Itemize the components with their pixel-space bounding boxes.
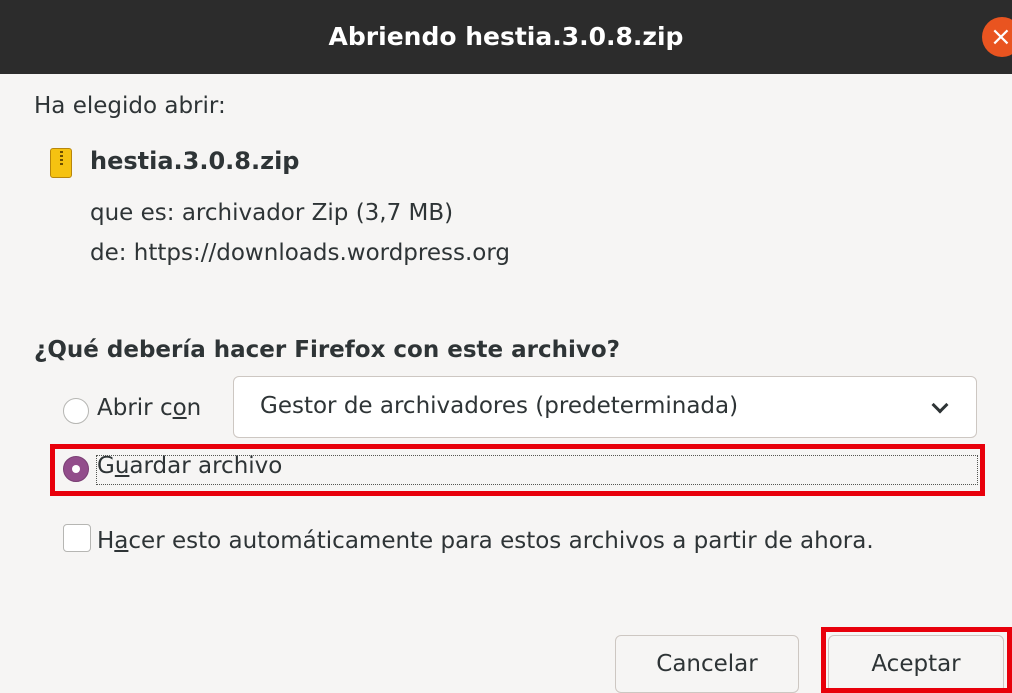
save-option-highlight xyxy=(50,444,985,496)
open-with-label-start: Abrir c xyxy=(97,395,173,421)
auto-action-checkbox[interactable] xyxy=(63,524,91,552)
open-with-label[interactable]: Abrir con xyxy=(97,395,201,421)
title-bar: Abriendo hestia.3.0.8.zip × xyxy=(0,0,1012,74)
zip-archive-icon xyxy=(50,148,72,178)
file-name: hestia.3.0.8.zip xyxy=(90,147,300,175)
window-title: Abriendo hestia.3.0.8.zip xyxy=(328,22,684,51)
file-type: que es: archivador Zip (3,7 MB) xyxy=(90,200,454,226)
application-select-value: Gestor de archivadores (predeterminada) xyxy=(260,393,739,419)
chevron-down-icon xyxy=(931,396,949,414)
open-with-mnemonic: o xyxy=(172,395,187,421)
accept-button-highlight xyxy=(821,627,1012,693)
auto-action-label-start: H xyxy=(97,528,115,554)
auto-action-mnemonic: a xyxy=(114,528,129,554)
close-icon: × xyxy=(990,22,1012,52)
auto-action-label[interactable]: Hacer esto automáticamente para estos ar… xyxy=(97,528,874,554)
open-with-radio[interactable] xyxy=(63,398,89,424)
cancel-button[interactable]: Cancelar xyxy=(615,635,799,693)
auto-action-label-end: cer esto automáticamente para estos arch… xyxy=(128,528,874,554)
intro-text: Ha elegido abrir: xyxy=(34,93,226,119)
download-dialog: Abriendo hestia.3.0.8.zip × Ha elegido a… xyxy=(0,0,1012,693)
application-select[interactable]: Gestor de archivadores (predeterminada) xyxy=(233,376,977,438)
file-source: de: https://downloads.wordpress.org xyxy=(90,240,510,266)
question-heading: ¿Qué debería hacer Firefox con este arch… xyxy=(34,337,621,363)
open-with-label-end: n xyxy=(186,395,202,421)
